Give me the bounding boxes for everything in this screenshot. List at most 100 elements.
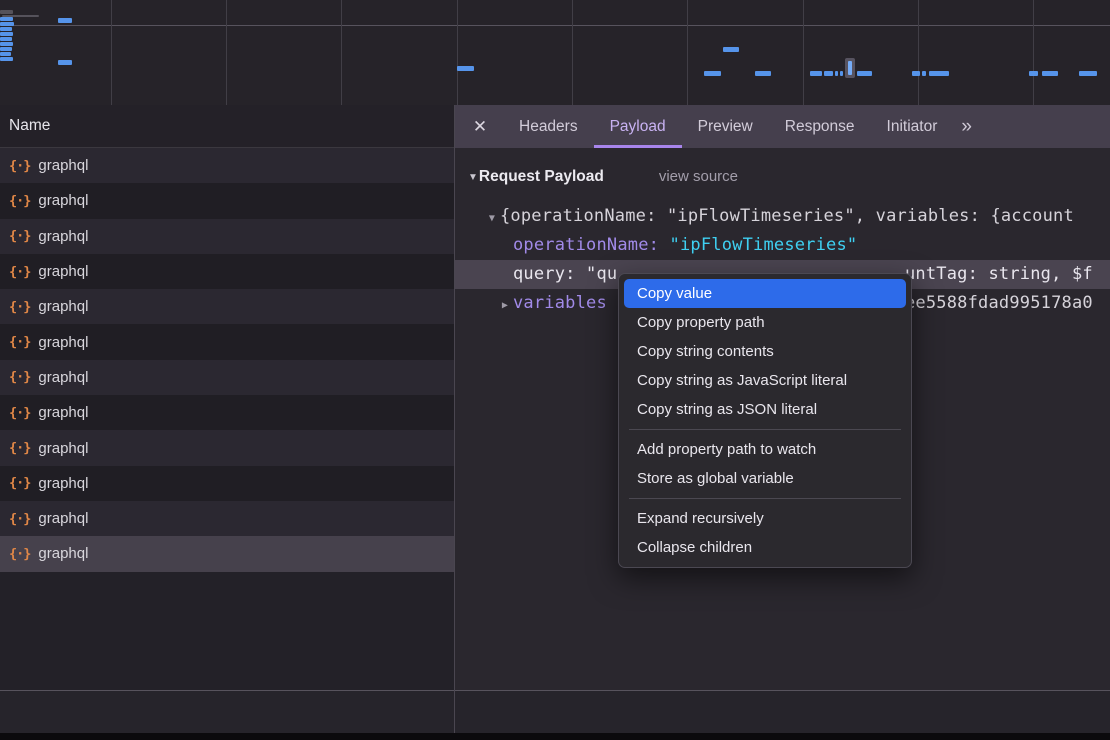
menu-item-copy-string-as-json-literal[interactable]: Copy string as JSON literal (624, 395, 906, 424)
request-timing-bar (723, 47, 739, 52)
menu-item-expand-recursively[interactable]: Expand recursively (624, 504, 906, 533)
request-timing-bar (0, 37, 12, 41)
network-request-row[interactable]: {·}graphql (0, 324, 454, 359)
network-request-row[interactable]: {·} graphql (0, 430, 454, 465)
request-timing-bar (0, 32, 13, 36)
network-request-row[interactable]: {·}graphql (0, 466, 454, 501)
network-overview-timeline[interactable] (0, 0, 1110, 106)
collapse-triangle-icon[interactable]: ▼ (468, 172, 478, 183)
json-braces-icon: {·} (9, 546, 30, 562)
overview-gridline (803, 0, 804, 105)
tab-headers[interactable]: Headers (503, 105, 594, 148)
more-tabs-icon[interactable]: » (961, 105, 970, 148)
request-list: {·} graphql {·} graphql {·} graphql {·} graphql… (0, 148, 454, 690)
tab-payload[interactable]: Payload (594, 105, 682, 148)
payload-root-row[interactable]: ▼{operationName: "ipFlowTimeseries", var… (455, 202, 1110, 231)
overview-horizontal-gridline (0, 25, 1110, 26)
footer-divider (0, 690, 1110, 691)
request-timing-bar (922, 71, 926, 76)
request-timing-bar (1079, 71, 1097, 76)
overview-gridline (687, 0, 688, 105)
network-request-row[interactable]: {·}graphql (0, 360, 454, 395)
request-name-label: graphql (38, 192, 88, 209)
request-name-label: graphql (38, 440, 88, 457)
request-timing-bar (0, 42, 13, 46)
network-request-row[interactable]: {·} graphql (0, 219, 454, 254)
request-name-label: graphql (38, 228, 88, 245)
network-request-row[interactable]: {·}graphql (0, 254, 454, 289)
overview-gridline (226, 0, 227, 105)
network-request-row[interactable]: {·} graphql (0, 183, 454, 218)
json-braces-icon: {·} (9, 475, 30, 491)
section-title: Request Payload (479, 168, 604, 185)
menu-item-store-as-global-variable[interactable]: Store as global variable (624, 464, 906, 493)
request-timing-bar (58, 60, 72, 65)
request-timing-bar (810, 71, 822, 76)
request-name-label: graphql (38, 545, 88, 562)
request-timing-bar (755, 71, 771, 76)
request-timing-bar (929, 71, 949, 76)
selected-request-bar (848, 61, 852, 75)
json-braces-icon: {·} (9, 228, 30, 244)
request-name-label: graphql (38, 510, 88, 527)
object-preview-text: {operationName: "ipFlowTimeseries", vari… (500, 206, 1074, 226)
menu-item-add-property-path-to-watch[interactable]: Add property path to watch (624, 435, 906, 464)
request-timing-bar (824, 71, 833, 76)
request-timing-bar (840, 71, 843, 76)
context-menu: Copy valueCopy property pathCopy string … (618, 273, 912, 568)
menu-item-collapse-children[interactable]: Collapse children (624, 533, 906, 562)
menu-item-copy-string-as-javascript-literal[interactable]: Copy string as JavaScript literal (624, 366, 906, 395)
json-braces-icon: {·} (9, 440, 30, 456)
network-request-row[interactable]: {·} graphql (0, 536, 454, 571)
request-name-label: graphql (38, 334, 88, 351)
selected-request-marker (845, 58, 855, 78)
request-name-label: graphql (38, 157, 88, 174)
overview-gridline (341, 0, 342, 105)
name-column-label: Name (9, 117, 50, 135)
tab-initiator[interactable]: Initiator (871, 105, 954, 148)
request-name-label: graphql (38, 404, 88, 421)
detail-tab-bar: ✕ HeadersPayloadPreviewResponseInitiator… (455, 105, 1110, 148)
property-key: operationName: (513, 235, 659, 255)
json-braces-icon: {·} (9, 193, 30, 209)
network-request-row[interactable]: {·}graphql (0, 501, 454, 536)
property-value: "ipFlowTimeseries" (670, 235, 858, 255)
tab-response[interactable]: Response (769, 105, 871, 148)
name-column-header[interactable]: Name (0, 105, 454, 148)
menu-item-copy-string-contents[interactable]: Copy string contents (624, 337, 906, 366)
query-left-fragment: query: "qu (513, 264, 617, 284)
request-timing-bar (0, 52, 11, 56)
collapse-triangle-icon[interactable]: ▼ (484, 204, 500, 231)
variables-right-fragment: ee5588fdad995178a0 (905, 289, 1093, 318)
view-source-link[interactable]: view source (659, 168, 738, 185)
request-timing-bar (704, 71, 721, 76)
network-request-row[interactable]: {·} graphql (0, 395, 454, 430)
network-request-row[interactable]: {·}graphql (0, 148, 454, 183)
request-timing-bar (0, 17, 13, 21)
request-timing-bar (835, 71, 838, 76)
json-braces-icon: {·} (9, 405, 30, 421)
menu-separator (629, 429, 901, 430)
request-timing-bar (0, 47, 12, 51)
json-braces-icon: {·} (9, 264, 30, 280)
expand-triangle-icon[interactable]: ▶ (497, 291, 513, 318)
tab-preview[interactable]: Preview (682, 105, 769, 148)
panel-split-divider[interactable] (454, 105, 455, 733)
json-braces-icon: {·} (9, 369, 30, 385)
window-bottom-edge (0, 733, 1110, 740)
overview-gridline (457, 0, 458, 105)
request-timing-bar (1042, 71, 1058, 76)
request-timing-bar (1029, 71, 1038, 76)
request-timing-bar (0, 10, 13, 14)
request-timing-bar (457, 66, 474, 71)
request-name-label: graphql (38, 298, 88, 315)
close-icon[interactable]: ✕ (465, 105, 495, 148)
devtools-network-panel: Name {·}graphql{·}graphql{·}graphql{·}gr… (0, 0, 1110, 740)
menu-item-copy-property-path[interactable]: Copy property path (624, 308, 906, 337)
operation-name-row[interactable]: operationName: "ipFlowTimeseries" (455, 231, 1110, 260)
request-timing-bar (857, 71, 872, 76)
menu-separator (629, 498, 901, 499)
network-request-row[interactable]: {·}graphql (0, 289, 454, 324)
menu-item-copy-value[interactable]: Copy value (624, 279, 906, 308)
request-payload-section-header[interactable]: ▼Request Payload view source (455, 162, 738, 192)
